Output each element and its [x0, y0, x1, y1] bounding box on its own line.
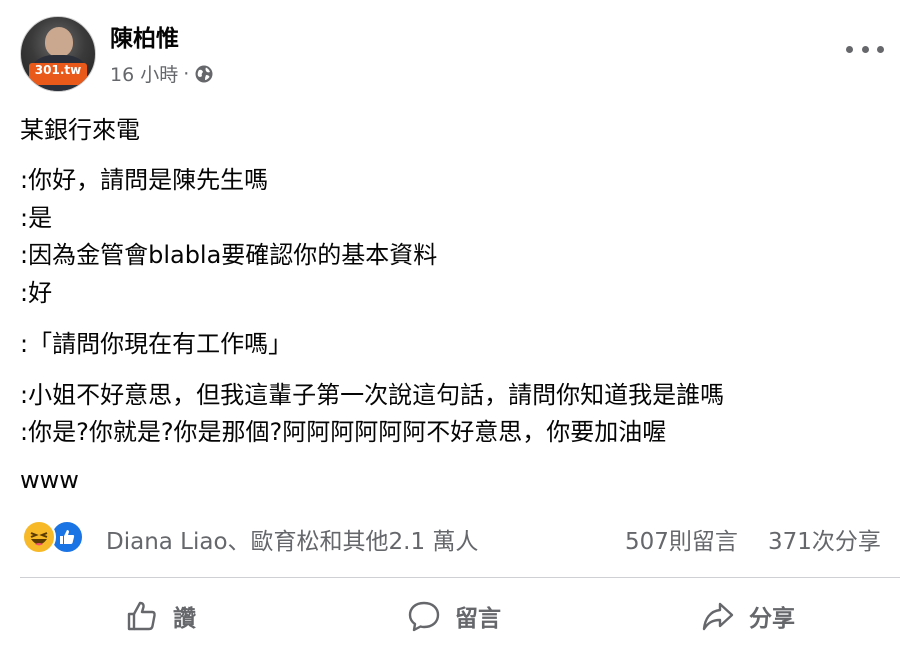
avatar-face: [45, 27, 73, 57]
more-dot-icon: [846, 45, 853, 53]
post-time[interactable]: 16 小時: [110, 60, 178, 87]
reaction-icons[interactable]: [22, 520, 84, 554]
share-label: 分享: [749, 606, 795, 632]
shares-count[interactable]: 371次分享: [768, 522, 881, 556]
share-button[interactable]: 分享: [701, 594, 795, 638]
post-line: :小姐不好意思，但我這輩子第一次說這句話，請問你知道我是誰嗎: [20, 381, 725, 409]
post-line: 某銀行來電: [20, 116, 140, 144]
share-icon: [702, 602, 734, 631]
comment-icon: [408, 601, 440, 632]
more-dot-icon: [877, 45, 884, 53]
post-line: :「請問你現在有工作嗎」: [20, 330, 293, 358]
reactors-summary[interactable]: Diana Liao、歐育松和其他2.1 萬人: [106, 522, 478, 556]
divider: [20, 577, 900, 578]
meta-separator: ·: [183, 62, 190, 85]
thumbs-up-icon: [127, 601, 156, 631]
avatar-badge: 301.tw: [29, 63, 87, 85]
avatar[interactable]: 301.tw: [20, 16, 96, 92]
post-line: :是: [20, 204, 53, 232]
comments-count[interactable]: 507則留言: [625, 522, 738, 556]
comment-label: 留言: [455, 606, 501, 632]
post-line: :你好，請問是陳先生嗎: [20, 166, 269, 194]
like-button[interactable]: 讚: [125, 594, 196, 638]
more-options-button[interactable]: [846, 38, 884, 60]
comment-button[interactable]: 留言: [407, 594, 501, 638]
haha-icon: [22, 520, 56, 554]
post-line: :好: [20, 279, 53, 307]
post-line: :你是?你就是?你是那個?阿阿阿阿阿阿不好意思，你要加油喔: [20, 418, 667, 446]
globe-icon[interactable]: [194, 64, 214, 84]
author-name[interactable]: 陳柏惟: [110, 19, 179, 53]
post-meta: 16 小時 ·: [110, 60, 214, 87]
post-line: :因為金管會blabla要確認你的基本資料: [20, 241, 438, 269]
post-line: www: [20, 466, 79, 494]
more-dot-icon: [861, 45, 869, 53]
like-label: 讚: [173, 606, 196, 632]
